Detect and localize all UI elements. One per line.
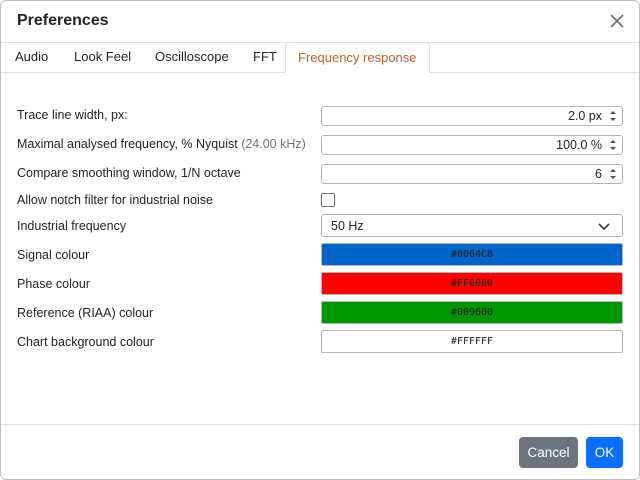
industrial-freq-label: Industrial frequency xyxy=(17,219,127,233)
settings-panel: Trace line width, px: 2.0 px Maximal ana… xyxy=(1,73,639,424)
smoothing-input[interactable]: 6 xyxy=(321,164,623,184)
trace-width-label: Trace line width, px: xyxy=(17,108,128,122)
background-colour-picker[interactable]: #FFFFFF xyxy=(321,330,623,353)
tab-fft[interactable]: FFT xyxy=(241,42,289,72)
trace-width-value: 2.0 px xyxy=(567,109,602,123)
background-colour-label: Chart background colour xyxy=(17,335,154,349)
phase-colour-label: Phase colour xyxy=(17,277,90,291)
dialog-header: Preferences xyxy=(1,1,639,43)
max-freq-label-text: Maximal analysed frequency, % Nyquist xyxy=(17,137,238,151)
tab-frequency-response[interactable]: Frequency response xyxy=(285,42,430,73)
dialog-footer: Cancel OK xyxy=(1,424,639,480)
tab-look-feel[interactable]: Look Feel xyxy=(62,42,143,72)
phase-colour-picker[interactable]: #FF0000 xyxy=(321,272,623,295)
max-freq-hint: (24.00 kHz) xyxy=(241,137,306,151)
max-freq-label: Maximal analysed frequency, % Nyquist (2… xyxy=(17,137,306,151)
reference-colour-label: Reference (RIAA) colour xyxy=(17,306,154,320)
industrial-freq-value: 50 Hz xyxy=(331,219,364,233)
smoothing-value: 6 xyxy=(595,167,602,181)
preferences-dialog: Preferences Audio Look Feel Oscilloscope… xyxy=(0,0,640,480)
trace-width-input[interactable]: 2.0 px xyxy=(321,106,623,126)
close-icon xyxy=(610,14,624,28)
spinner-icon[interactable] xyxy=(606,166,620,182)
notch-checkbox[interactable] xyxy=(321,193,335,207)
chevron-down-icon xyxy=(598,223,610,231)
spinner-icon[interactable] xyxy=(606,137,620,153)
spinner-icon[interactable] xyxy=(606,108,620,124)
reference-colour-picker[interactable]: #009600 xyxy=(321,301,623,324)
ok-button[interactable]: OK xyxy=(586,437,623,468)
dialog-title: Preferences xyxy=(17,12,109,29)
max-freq-input[interactable]: 100.0 % xyxy=(321,135,623,155)
close-button[interactable] xyxy=(607,11,627,31)
notch-label: Allow notch filter for industrial noise xyxy=(17,193,213,207)
tab-audio[interactable]: Audio xyxy=(3,42,60,72)
smoothing-label: Compare smoothing window, 1/N octave xyxy=(17,166,241,180)
tab-oscilloscope[interactable]: Oscilloscope xyxy=(143,42,241,72)
tab-bar: Audio Look Feel Oscilloscope FFT Frequen… xyxy=(1,42,639,73)
industrial-freq-select[interactable]: 50 Hz xyxy=(321,214,623,237)
max-freq-value: 100.0 % xyxy=(556,138,602,152)
signal-colour-label: Signal colour xyxy=(17,248,90,262)
cancel-button[interactable]: Cancel xyxy=(519,437,578,468)
signal-colour-picker[interactable]: #0064C8 xyxy=(321,243,623,266)
